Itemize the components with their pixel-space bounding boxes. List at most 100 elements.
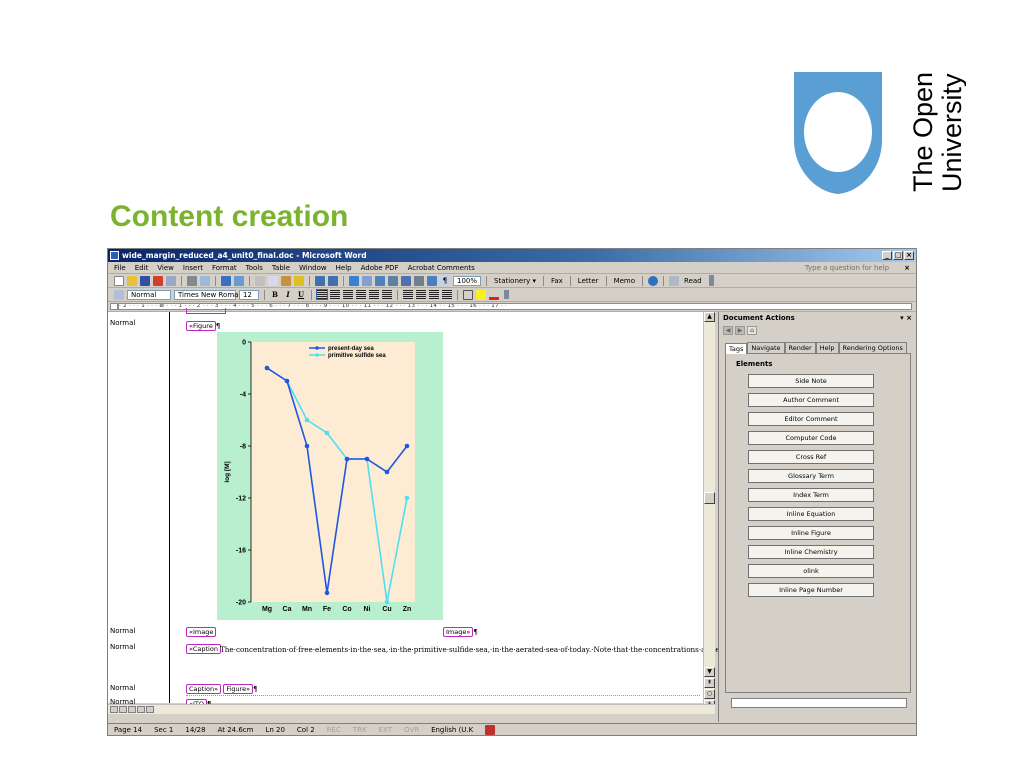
help-circle-icon[interactable] [648, 275, 659, 286]
new-document-icon[interactable] [114, 275, 124, 286]
scroll-up-arrow-icon[interactable]: ▲ [704, 312, 715, 322]
task-pane-scrollbar[interactable] [731, 698, 907, 708]
cross-ref-button[interactable]: Cross Ref [748, 450, 874, 464]
styles-formatting-icon[interactable] [114, 289, 124, 300]
highlight-icon[interactable] [476, 289, 486, 300]
chart-figure[interactable]: 0 -4 -8 -12 -16 -20 Mg Ca Mn Fe Co Ni Cu Zn log [M] pre… [217, 332, 443, 620]
tab-rendering-options[interactable]: Rendering Options [838, 342, 907, 353]
forward-arrow-icon[interactable]: ▶ [735, 325, 745, 335]
caption-text[interactable]: The·concentration·of·free·elements·in·th… [186, 644, 885, 655]
vertical-scrollbar[interactable]: ▲ ▼ ⇞ ○ ⇟ [703, 312, 715, 712]
status-trk[interactable]: TRK [353, 726, 367, 734]
inline-figure-button[interactable]: Inline Figure [748, 526, 874, 540]
normal-view-icon[interactable] [110, 706, 118, 713]
help-search-box[interactable]: Type a question for help [805, 264, 889, 272]
toolbar-options-icon[interactable] [708, 275, 714, 286]
author-comment-button[interactable]: Author Comment [748, 393, 874, 407]
side-note-button[interactable]: Side Note [748, 374, 874, 388]
figure-close-tag[interactable]: Figure» [223, 684, 254, 694]
document-map-icon[interactable] [427, 275, 437, 286]
justify-icon[interactable] [356, 290, 366, 299]
web-layout-icon[interactable] [119, 706, 127, 713]
research-icon[interactable] [234, 275, 244, 286]
memo-button[interactable]: Memo [612, 277, 637, 285]
copy-icon[interactable] [268, 275, 278, 286]
insert-table-icon[interactable] [375, 275, 385, 286]
minimize-button[interactable]: _ [882, 251, 892, 260]
menu-window[interactable]: Window [299, 264, 327, 272]
font-color-icon[interactable] [489, 290, 499, 300]
select-browse-object-icon[interactable]: ○ [704, 689, 715, 699]
close-document-button[interactable]: × [904, 264, 910, 272]
home-icon[interactable]: ⌂ [747, 325, 757, 335]
scroll-thumb[interactable] [704, 492, 715, 504]
style-dropdown[interactable]: Normal [127, 289, 171, 300]
tab-navigate[interactable]: Navigate [747, 342, 785, 353]
menu-help[interactable]: Help [336, 264, 352, 272]
inline-chemistry-button[interactable]: Inline Chemistry [748, 545, 874, 559]
caption-close-tag[interactable]: Caption» [186, 684, 222, 694]
formatting-options-icon[interactable] [504, 290, 509, 299]
stationery-button[interactable]: Stationery ▾ [492, 277, 538, 285]
show-hide-pilcrow-icon[interactable]: ¶ [440, 275, 450, 286]
inline-equation-button[interactable]: Inline Equation [748, 507, 874, 521]
task-pane-close-button[interactable]: ▾ × [900, 314, 912, 322]
undo-icon[interactable] [315, 275, 325, 286]
maximize-button[interactable]: □ [893, 251, 903, 260]
print-layout-icon[interactable] [128, 706, 136, 713]
permission-icon[interactable] [153, 275, 163, 286]
tab-render[interactable]: Render [784, 342, 816, 353]
document-page[interactable]: «Figure ¶ 0 -4 -8 -12 -16 -20 Mg Ca Mn Fe Co Ni Cu Zn l… [171, 308, 885, 709]
print-icon[interactable] [187, 275, 197, 286]
bold-button[interactable]: B [270, 290, 280, 299]
borders-icon[interactable] [463, 289, 473, 300]
print-preview-icon[interactable] [200, 275, 210, 286]
image-open-tag[interactable]: «Image [186, 627, 217, 637]
menu-edit[interactable]: Edit [135, 264, 149, 272]
cut-icon[interactable] [255, 275, 265, 286]
menu-view[interactable]: View [157, 264, 174, 272]
outline-view-icon[interactable] [137, 706, 145, 713]
line-spacing-icon[interactable] [382, 290, 392, 299]
olink-button[interactable]: olink [748, 564, 874, 578]
fax-button[interactable]: Fax [549, 277, 565, 285]
horizontal-scrollbar[interactable] [108, 704, 715, 714]
index-term-button[interactable]: Index Term [748, 488, 874, 502]
bullets-icon[interactable] [416, 290, 426, 299]
align-left-icon[interactable] [316, 289, 328, 300]
status-ext[interactable]: EXT [379, 726, 392, 734]
underline-button[interactable]: U [296, 290, 306, 299]
hyperlink-icon[interactable] [349, 275, 359, 286]
drawing-icon[interactable] [414, 275, 424, 286]
tab-selector-icon[interactable] [110, 303, 118, 310]
format-painter-icon[interactable] [294, 275, 304, 286]
numbering-icon[interactable] [403, 290, 413, 299]
status-rec[interactable]: REC [327, 726, 341, 734]
glossary-term-button[interactable]: Glossary Term [748, 469, 874, 483]
spelling-status-icon[interactable] [485, 725, 496, 735]
document-area[interactable]: Normal Normal Normal Normal Normal «Figu… [108, 308, 885, 709]
scroll-down-arrow-icon[interactable]: ▼ [704, 667, 715, 677]
reading-layout-icon[interactable] [146, 706, 154, 713]
insert-excel-icon[interactable] [388, 275, 398, 286]
columns-icon[interactable] [401, 275, 411, 286]
menu-format[interactable]: Format [212, 264, 237, 272]
figure-open-tag[interactable]: «Figure [186, 321, 216, 331]
font-dropdown[interactable]: Times New Roman [174, 289, 243, 300]
align-center-icon[interactable] [330, 290, 340, 299]
align-right-icon[interactable] [343, 290, 353, 299]
italic-button[interactable]: I [283, 290, 293, 299]
menu-tools[interactable]: Tools [246, 264, 263, 272]
distributed-icon[interactable] [369, 290, 379, 299]
letter-button[interactable]: Letter [576, 277, 601, 285]
read-button[interactable]: Read [682, 277, 704, 285]
editor-comment-button[interactable]: Editor Comment [748, 412, 874, 426]
computer-code-button[interactable]: Computer Code [748, 431, 874, 445]
close-button[interactable]: × [904, 251, 914, 260]
menu-adobe-pdf[interactable]: Adobe PDF [361, 264, 399, 272]
menu-insert[interactable]: Insert [183, 264, 203, 272]
horizontal-ruler[interactable]: · 2 · · · 1 · · · ⊠ · · · 1 · · · 2 · · … [118, 303, 912, 310]
open-folder-icon[interactable] [127, 275, 137, 286]
tab-help[interactable]: Help [815, 342, 839, 353]
increase-indent-icon[interactable] [442, 290, 452, 299]
